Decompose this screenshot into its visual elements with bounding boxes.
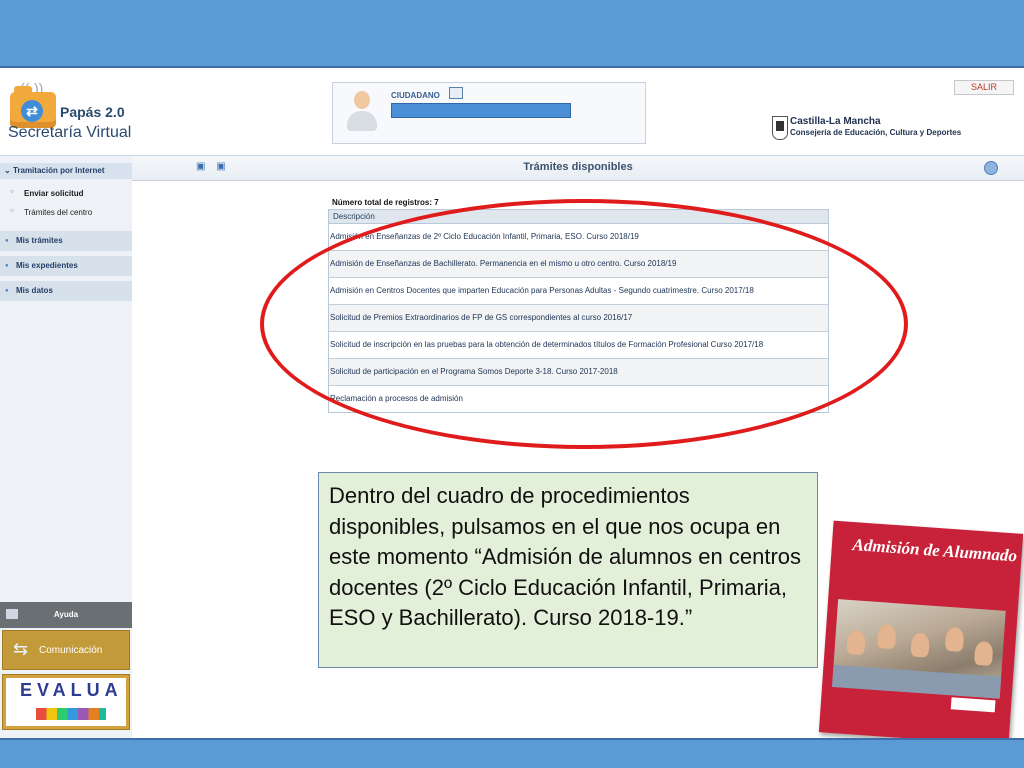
sidebar-item-tramites-centro[interactable]: ○ Trámites del centro: [10, 208, 92, 217]
chevron-down-icon: ⌄: [4, 166, 13, 175]
communication-button[interactable]: ⇆ Comunicación: [2, 630, 130, 670]
table-row[interactable]: Solicitud de inscripción en las pruebas …: [329, 332, 828, 359]
logo-subtitle: Secretaría Virtual: [8, 124, 132, 141]
jccm-name: Castilla-La Mancha: [790, 116, 881, 127]
classroom-photo: [832, 599, 1006, 699]
admission-brochure: Admisión de Alumnado: [818, 520, 1024, 746]
exit-button[interactable]: SALIR: [954, 80, 1014, 95]
bullet-icon: ○: [10, 208, 14, 214]
table-row[interactable]: Admisión en Centros Docentes que imparte…: [329, 278, 828, 305]
avatar: [347, 91, 377, 131]
table-row[interactable]: Reclamación a procesos de admisión: [329, 386, 828, 412]
jccm-logo: Castilla-La Mancha Consejería de Educaci…: [772, 114, 972, 142]
sidebar-section-label: Tramitación por Internet: [12, 166, 105, 175]
pencils-icon: [36, 708, 106, 720]
table-row[interactable]: Admisión de Enseñanzas de Bachillerato. …: [329, 251, 828, 278]
brochure-logo: [950, 697, 996, 713]
bullet-icon: ○: [10, 189, 14, 195]
book-icon: [6, 609, 18, 619]
sidebar-section-tramitacion[interactable]: ⌄ Tramitación por Internet: [0, 163, 132, 179]
citizen-label: CIUDADANO: [391, 91, 440, 100]
citizen-box: CIUDADANO: [332, 82, 646, 144]
coat-of-arms-icon: [772, 116, 788, 140]
table-row[interactable]: Solicitud de participación en el Program…: [329, 359, 828, 386]
evalua-label: EVALUA: [20, 680, 123, 700]
content-header: ▣ ▣ Trámites disponibles: [132, 156, 1024, 181]
sidebar-item-mis-datos[interactable]: Mis datos: [0, 281, 132, 301]
instruction-note: Dentro del cuadro de procedimientos disp…: [318, 472, 818, 668]
logo-title: Papás 2.0: [60, 104, 125, 120]
table-header: Descripción: [329, 210, 828, 224]
records-total: Número total de registros: 7: [332, 198, 439, 207]
sidebar-item-mis-tramites[interactable]: Mis trámites: [0, 231, 132, 251]
brochure-title: Admisión de Alumnado: [851, 535, 1018, 566]
papas-logo[interactable]: ((·)) ⇄ Papás 2.0 Secretaría Virtual: [6, 80, 136, 146]
help-icon[interactable]: [984, 161, 998, 175]
citizen-name-field: [391, 103, 571, 118]
table-row[interactable]: Admisión en Enseñanzas de 2º Ciclo Educa…: [329, 224, 828, 251]
sidebar-item-enviar-solicitud[interactable]: ○ Enviar solicitud: [10, 189, 84, 198]
citizen-card-icon[interactable]: [449, 87, 463, 99]
bottom-banner: [0, 738, 1024, 768]
page-title: Trámites disponibles: [523, 161, 633, 173]
procedures-table: Descripción Admisión en Enseñanzas de 2º…: [328, 209, 829, 413]
sidebar-item-mis-expedientes[interactable]: Mis expedientes: [0, 256, 132, 276]
refresh-arrow-icon: ⇄: [21, 100, 43, 122]
help-button[interactable]: Ayuda: [0, 602, 132, 628]
top-banner: [0, 0, 1024, 68]
table-row[interactable]: Solicitud de Premios Extraordinarios de …: [329, 305, 828, 332]
evalua-button[interactable]: EVALUA: [2, 674, 130, 730]
exchange-arrows-icon: ⇆: [13, 639, 29, 659]
jccm-department: Consejería de Educación, Cultura y Depor…: [790, 128, 962, 137]
